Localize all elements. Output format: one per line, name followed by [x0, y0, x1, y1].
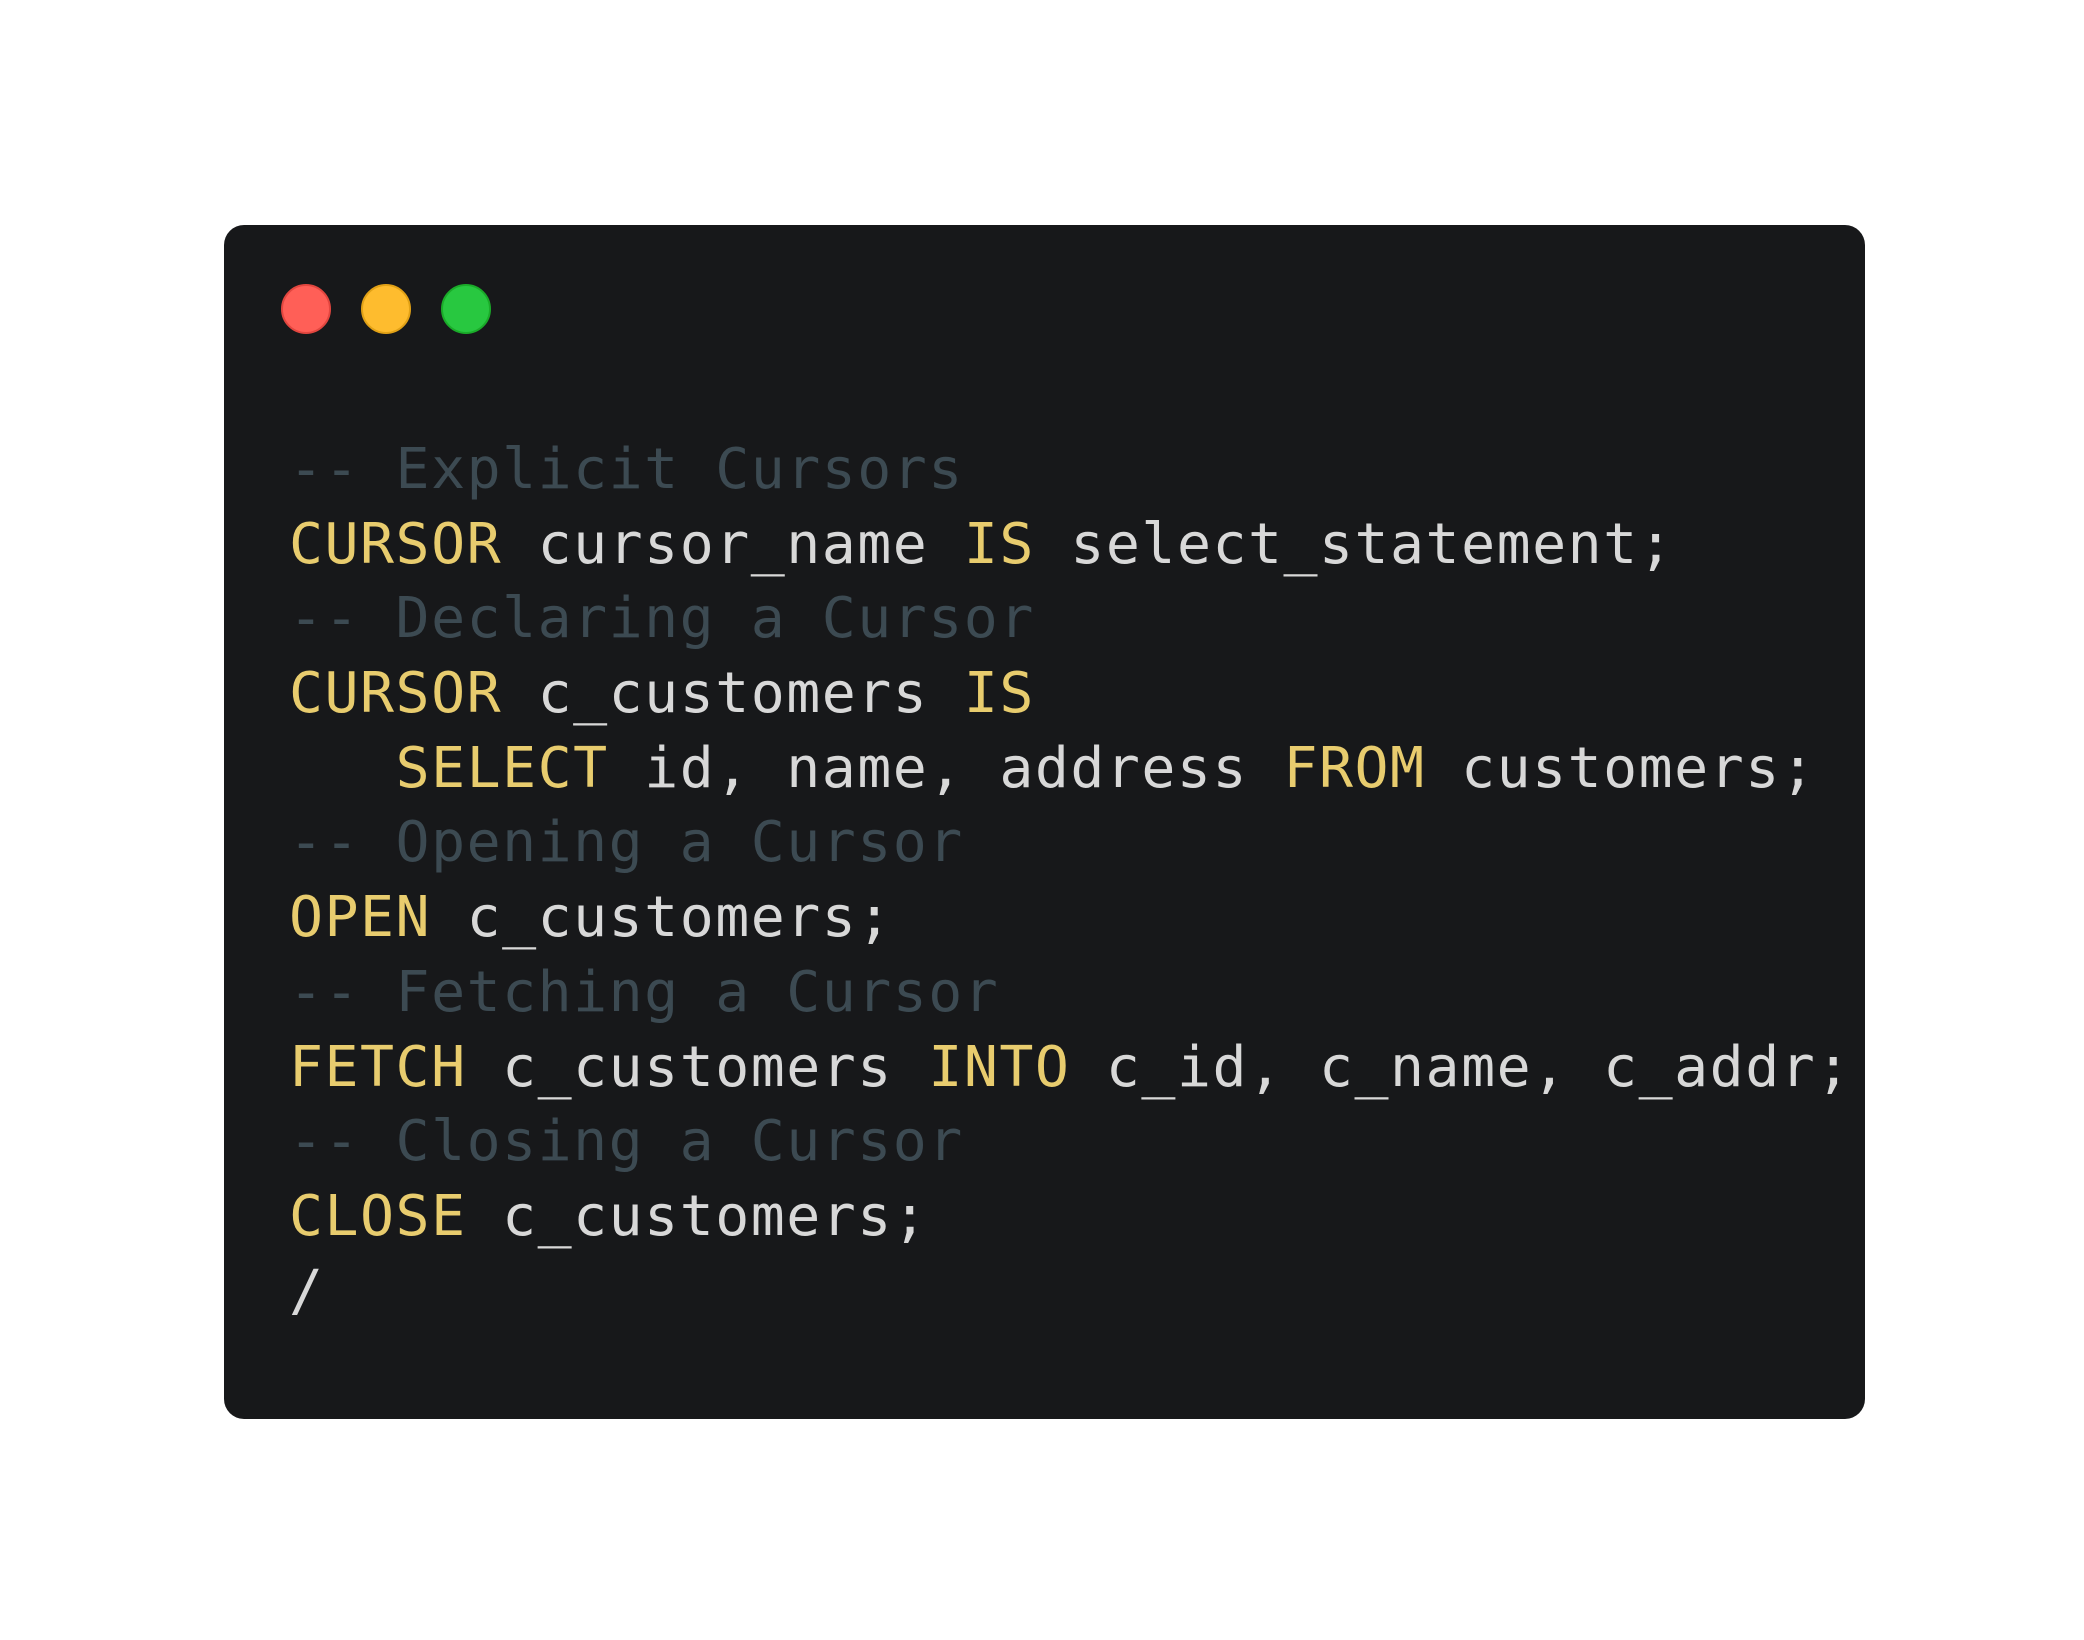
- code-comment: -- Fetching a Cursor: [289, 959, 1000, 1025]
- code-keyword: FROM: [1283, 735, 1426, 801]
- code-text: customers;: [1425, 735, 1817, 801]
- code-line: -- Explicit Cursors: [289, 433, 1852, 508]
- code-line: -- Fetching a Cursor: [289, 956, 1852, 1031]
- code-line: FETCH c_customers INTO c_id, c_name, c_a…: [289, 1031, 1852, 1106]
- code-line: CLOSE c_customers;: [289, 1180, 1852, 1255]
- code-text: /: [289, 1258, 325, 1324]
- code-text: c_customers;: [466, 1183, 929, 1249]
- code-comment: -- Explicit Cursors: [289, 437, 964, 502]
- code-keyword: CLOSE: [289, 1183, 467, 1249]
- code-line: CURSOR c_customers IS: [289, 657, 1852, 732]
- code-keyword: OPEN: [289, 885, 432, 951]
- code-line: -- Closing a Cursor: [289, 1105, 1852, 1180]
- code-text: c_customers: [502, 661, 964, 727]
- code-line: /: [289, 1255, 1852, 1330]
- code-text: c_customers;: [431, 885, 893, 951]
- code-text: c_id, c_name, c_addr;: [1070, 1034, 1852, 1100]
- code-text: select_statement;: [1034, 511, 1675, 577]
- zoom-dot[interactable]: [441, 284, 491, 334]
- code-comment: -- Declaring a Cursor: [289, 586, 1035, 652]
- code-keyword: IS: [963, 661, 1035, 727]
- code-line: OPEN c_customers;: [289, 881, 1852, 956]
- code-keyword: INTO: [928, 1034, 1071, 1100]
- code-line: SELECT id, name, address FROM customers;: [289, 732, 1852, 807]
- minimize-dot[interactable]: [361, 284, 411, 334]
- code-text: id, name, address: [608, 735, 1284, 801]
- code-text: cursor_name: [502, 511, 964, 577]
- code-comment: -- Opening a Cursor: [289, 810, 964, 876]
- code-line: -- Declaring a Cursor: [289, 582, 1852, 657]
- code-comment: -- Closing a Cursor: [289, 1109, 964, 1175]
- code-keyword: IS: [963, 511, 1035, 577]
- code-text: c_customers: [466, 1034, 929, 1100]
- window-controls: [281, 284, 491, 334]
- code-keyword: CURSOR: [289, 661, 503, 727]
- code-keyword: FETCH: [289, 1034, 467, 1100]
- close-dot[interactable]: [281, 284, 331, 334]
- code-block: -- Explicit Cursors CURSOR cursor_name IS…: [289, 433, 1852, 1329]
- code-keyword: SELECT: [395, 735, 609, 801]
- code-line: -- Opening a Cursor: [289, 806, 1852, 881]
- code-line: CURSOR cursor_name IS select_statement;: [289, 508, 1852, 583]
- code-keyword: CURSOR: [289, 511, 503, 577]
